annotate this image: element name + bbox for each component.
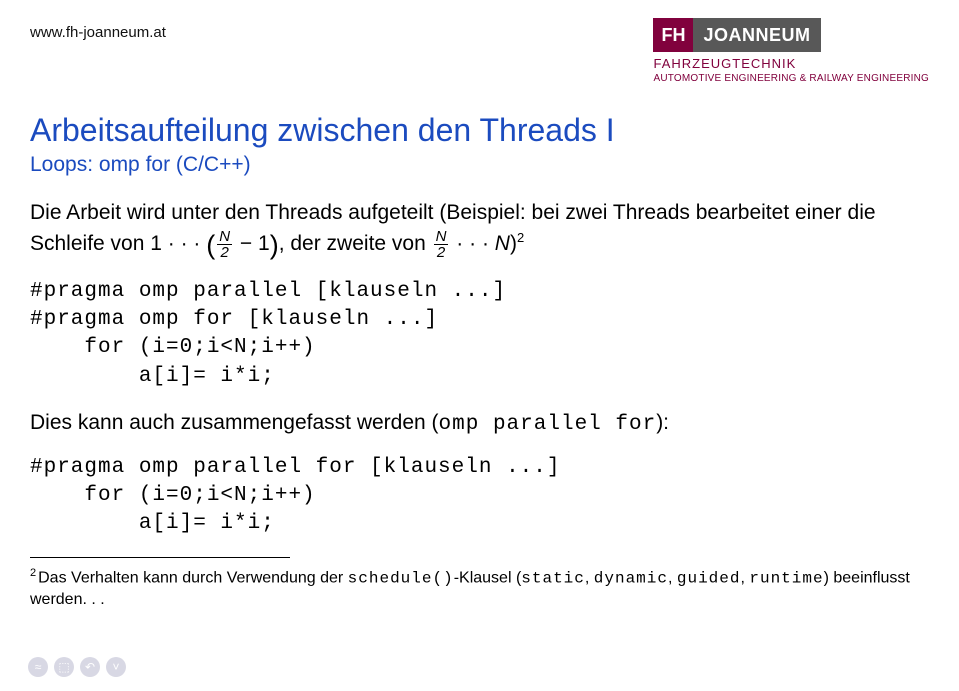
- var-N: N: [495, 232, 510, 255]
- footnote-c: ,: [585, 569, 594, 586]
- slide-title: Arbeitsaufteilung zwischen den Threads I: [30, 112, 929, 149]
- fraction-1: N2: [217, 229, 232, 260]
- code-block-2: #pragma omp parallel for [klauseln ...] …: [30, 454, 929, 539]
- slide-header: www.fh-joanneum.at FH JOANNEUM FAHRZEUGT…: [0, 0, 959, 94]
- paragraph-2: Dies kann auch zusammengefasst werden (o…: [30, 409, 929, 439]
- rparen-icon: ): [270, 230, 279, 260]
- frac-den: 2: [217, 245, 232, 260]
- footnote-code-1: schedule(): [348, 569, 454, 587]
- frac-num-2: N: [434, 229, 449, 245]
- footnote-code-2: static: [521, 569, 585, 587]
- nav-back-icon[interactable]: ↶: [80, 657, 100, 677]
- logo-fh: FH: [653, 18, 693, 52]
- para1-text-b: − 1: [234, 232, 270, 255]
- para1-text-d: · · ·: [450, 232, 494, 255]
- logo-subtitle-1: FAHRZEUGTECHNIK: [653, 56, 929, 71]
- nav-controls: ≈ ⬚ ↶ ˅: [28, 657, 126, 677]
- footnote-number: 2: [30, 567, 36, 579]
- nav-frame-icon[interactable]: ⬚: [54, 657, 74, 677]
- nav-wave-icon[interactable]: ≈: [28, 657, 48, 677]
- logo-joanneum: JOANNEUM: [693, 18, 820, 52]
- logo-subtitle-2: AUTOMOTIVE ENGINEERING & RAILWAY ENGINEE…: [653, 73, 929, 84]
- para1-text-e: ): [510, 232, 517, 255]
- frac-num: N: [217, 229, 232, 245]
- code-block-1: #pragma omp parallel [klauseln ...] #pra…: [30, 278, 929, 391]
- slide-subtitle: Loops: omp for (C/C++): [30, 153, 929, 177]
- footnote-code-5: runtime: [749, 569, 823, 587]
- footnote-a: Das Verhalten kann durch Verwendung der: [38, 569, 348, 586]
- frac-den-2: 2: [434, 245, 449, 260]
- footnote-code-4: guided: [677, 569, 741, 587]
- slide-content: Arbeitsaufteilung zwischen den Threads I…: [0, 94, 959, 611]
- para2-text-b: ):: [656, 411, 669, 434]
- logo-badge: FH JOANNEUM: [653, 18, 929, 52]
- fraction-2: N2: [434, 229, 449, 260]
- footnote: 2Das Verhalten kann durch Verwendung der…: [30, 566, 929, 612]
- header-url: www.fh-joanneum.at: [30, 24, 166, 41]
- footnote-b: -Klausel (: [454, 569, 522, 586]
- footnote-d: ,: [668, 569, 677, 586]
- para2-text-a: Dies kann auch zusammengefasst werden (: [30, 411, 439, 434]
- para1-text-c: , der zweite von: [279, 232, 432, 255]
- footnote-rule: [30, 557, 290, 558]
- superscript-2: 2: [517, 230, 524, 245]
- lparen-icon: (: [206, 230, 215, 260]
- logo-block: FH JOANNEUM FAHRZEUGTECHNIK AUTOMOTIVE E…: [653, 18, 929, 84]
- nav-down-icon[interactable]: ˅: [106, 657, 126, 677]
- footnote-code-3: dynamic: [594, 569, 668, 587]
- inline-code-1: omp parallel for: [439, 413, 657, 436]
- paragraph-1: Die Arbeit wird unter den Threads aufget…: [30, 199, 929, 264]
